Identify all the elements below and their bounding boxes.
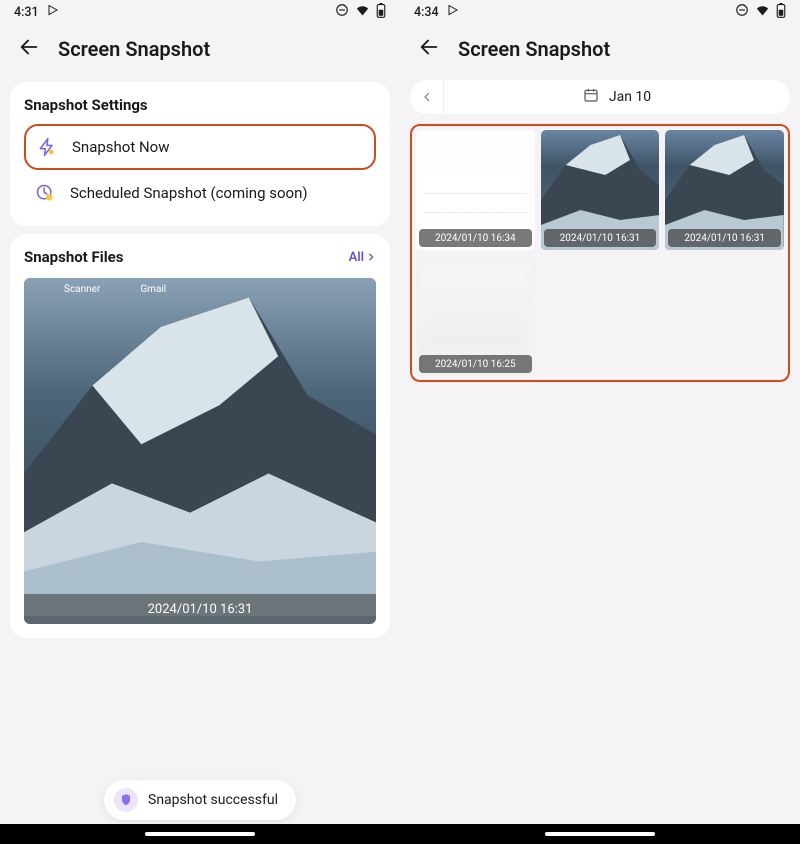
status-time: 4:34 <box>414 5 439 20</box>
snapshot-settings-card: Snapshot Settings Snapshot Now Scheduled… <box>10 82 390 226</box>
toast-text: Snapshot successful <box>148 792 278 808</box>
settings-title: Snapshot Settings <box>24 96 376 114</box>
cell-caption: 2024/01/10 16:25 <box>419 355 532 373</box>
date-label: Jan 10 <box>609 89 651 105</box>
calendar-icon <box>583 87 599 107</box>
play-icon <box>447 4 459 20</box>
status-bar: 4:31 <box>0 0 400 24</box>
prev-date-button[interactable] <box>410 80 444 114</box>
back-arrow-icon[interactable] <box>18 36 40 62</box>
snapshots-grid: 123 456 2024/01/10 16:34 2024/01/10 16:3… <box>416 130 784 376</box>
files-title: Snapshot Files <box>24 248 123 266</box>
dnd-icon <box>735 3 749 21</box>
snapshot-thumbnail[interactable]: Scanner Gmail 2024/01/10 16:31 <box>24 278 376 624</box>
snapshot-cell[interactable]: 2024/01/10 16:31 <box>541 130 660 250</box>
date-display[interactable]: Jan 10 <box>444 87 790 107</box>
snapshot-now-label: Snapshot Now <box>72 138 170 156</box>
snapshot-files-card: Snapshot Files All <box>10 234 390 638</box>
cell-caption: 2024/01/10 16:34 <box>419 229 532 247</box>
left-screen: 4:31 Screen Snapshot Snapshot Settings <box>0 0 400 844</box>
homescreen-strip: Scanner Gmail <box>24 284 376 295</box>
bolt-icon <box>36 136 58 158</box>
wifi-icon <box>355 3 370 22</box>
snapshot-cell[interactable]: 2024/01/10 16:31 <box>665 130 784 250</box>
shield-icon <box>114 788 138 812</box>
page-title: Screen Snapshot <box>58 37 210 61</box>
nav-bar <box>0 824 400 844</box>
dnd-icon <box>335 3 349 21</box>
page-title: Screen Snapshot <box>458 37 610 61</box>
snapshot-now-button[interactable]: Snapshot Now <box>24 124 376 170</box>
cell-caption: 2024/01/10 16:31 <box>544 229 657 247</box>
scheduled-snapshot-label: Scheduled Snapshot (coming soon) <box>70 184 308 202</box>
date-selector: Jan 10 <box>410 80 790 114</box>
chevron-right-icon <box>366 252 376 262</box>
thumbnail-caption: 2024/01/10 16:31 <box>24 594 376 624</box>
all-link[interactable]: All <box>349 250 376 265</box>
clock-icon <box>34 182 56 204</box>
snapshot-cell[interactable]: 2024/01/10 16:25 <box>416 256 535 376</box>
snapshot-cell[interactable]: 123 456 2024/01/10 16:34 <box>416 130 535 250</box>
wifi-icon <box>755 3 770 22</box>
battery-icon <box>776 3 786 22</box>
keypad-preview: 123 456 <box>424 176 527 204</box>
chevron-left-icon <box>421 91 433 103</box>
status-time: 4:31 <box>14 5 39 20</box>
snapshot-successful-toast: Snapshot successful <box>104 780 296 820</box>
snapshots-grid-highlight: 123 456 2024/01/10 16:34 2024/01/10 16:3… <box>410 124 790 382</box>
status-bar: 4:34 <box>400 0 800 24</box>
cell-caption: 2024/01/10 16:31 <box>668 229 781 247</box>
app-header: Screen Snapshot <box>400 24 800 74</box>
back-arrow-icon[interactable] <box>418 36 440 62</box>
app-header: Screen Snapshot <box>0 24 400 74</box>
mountain-illustration <box>24 278 376 616</box>
right-screen: 4:34 Screen Snapshot <box>400 0 800 844</box>
battery-icon <box>376 3 386 22</box>
play-icon <box>47 4 59 20</box>
scheduled-snapshot-row: Scheduled Snapshot (coming soon) <box>24 170 376 216</box>
nav-bar <box>400 824 800 844</box>
